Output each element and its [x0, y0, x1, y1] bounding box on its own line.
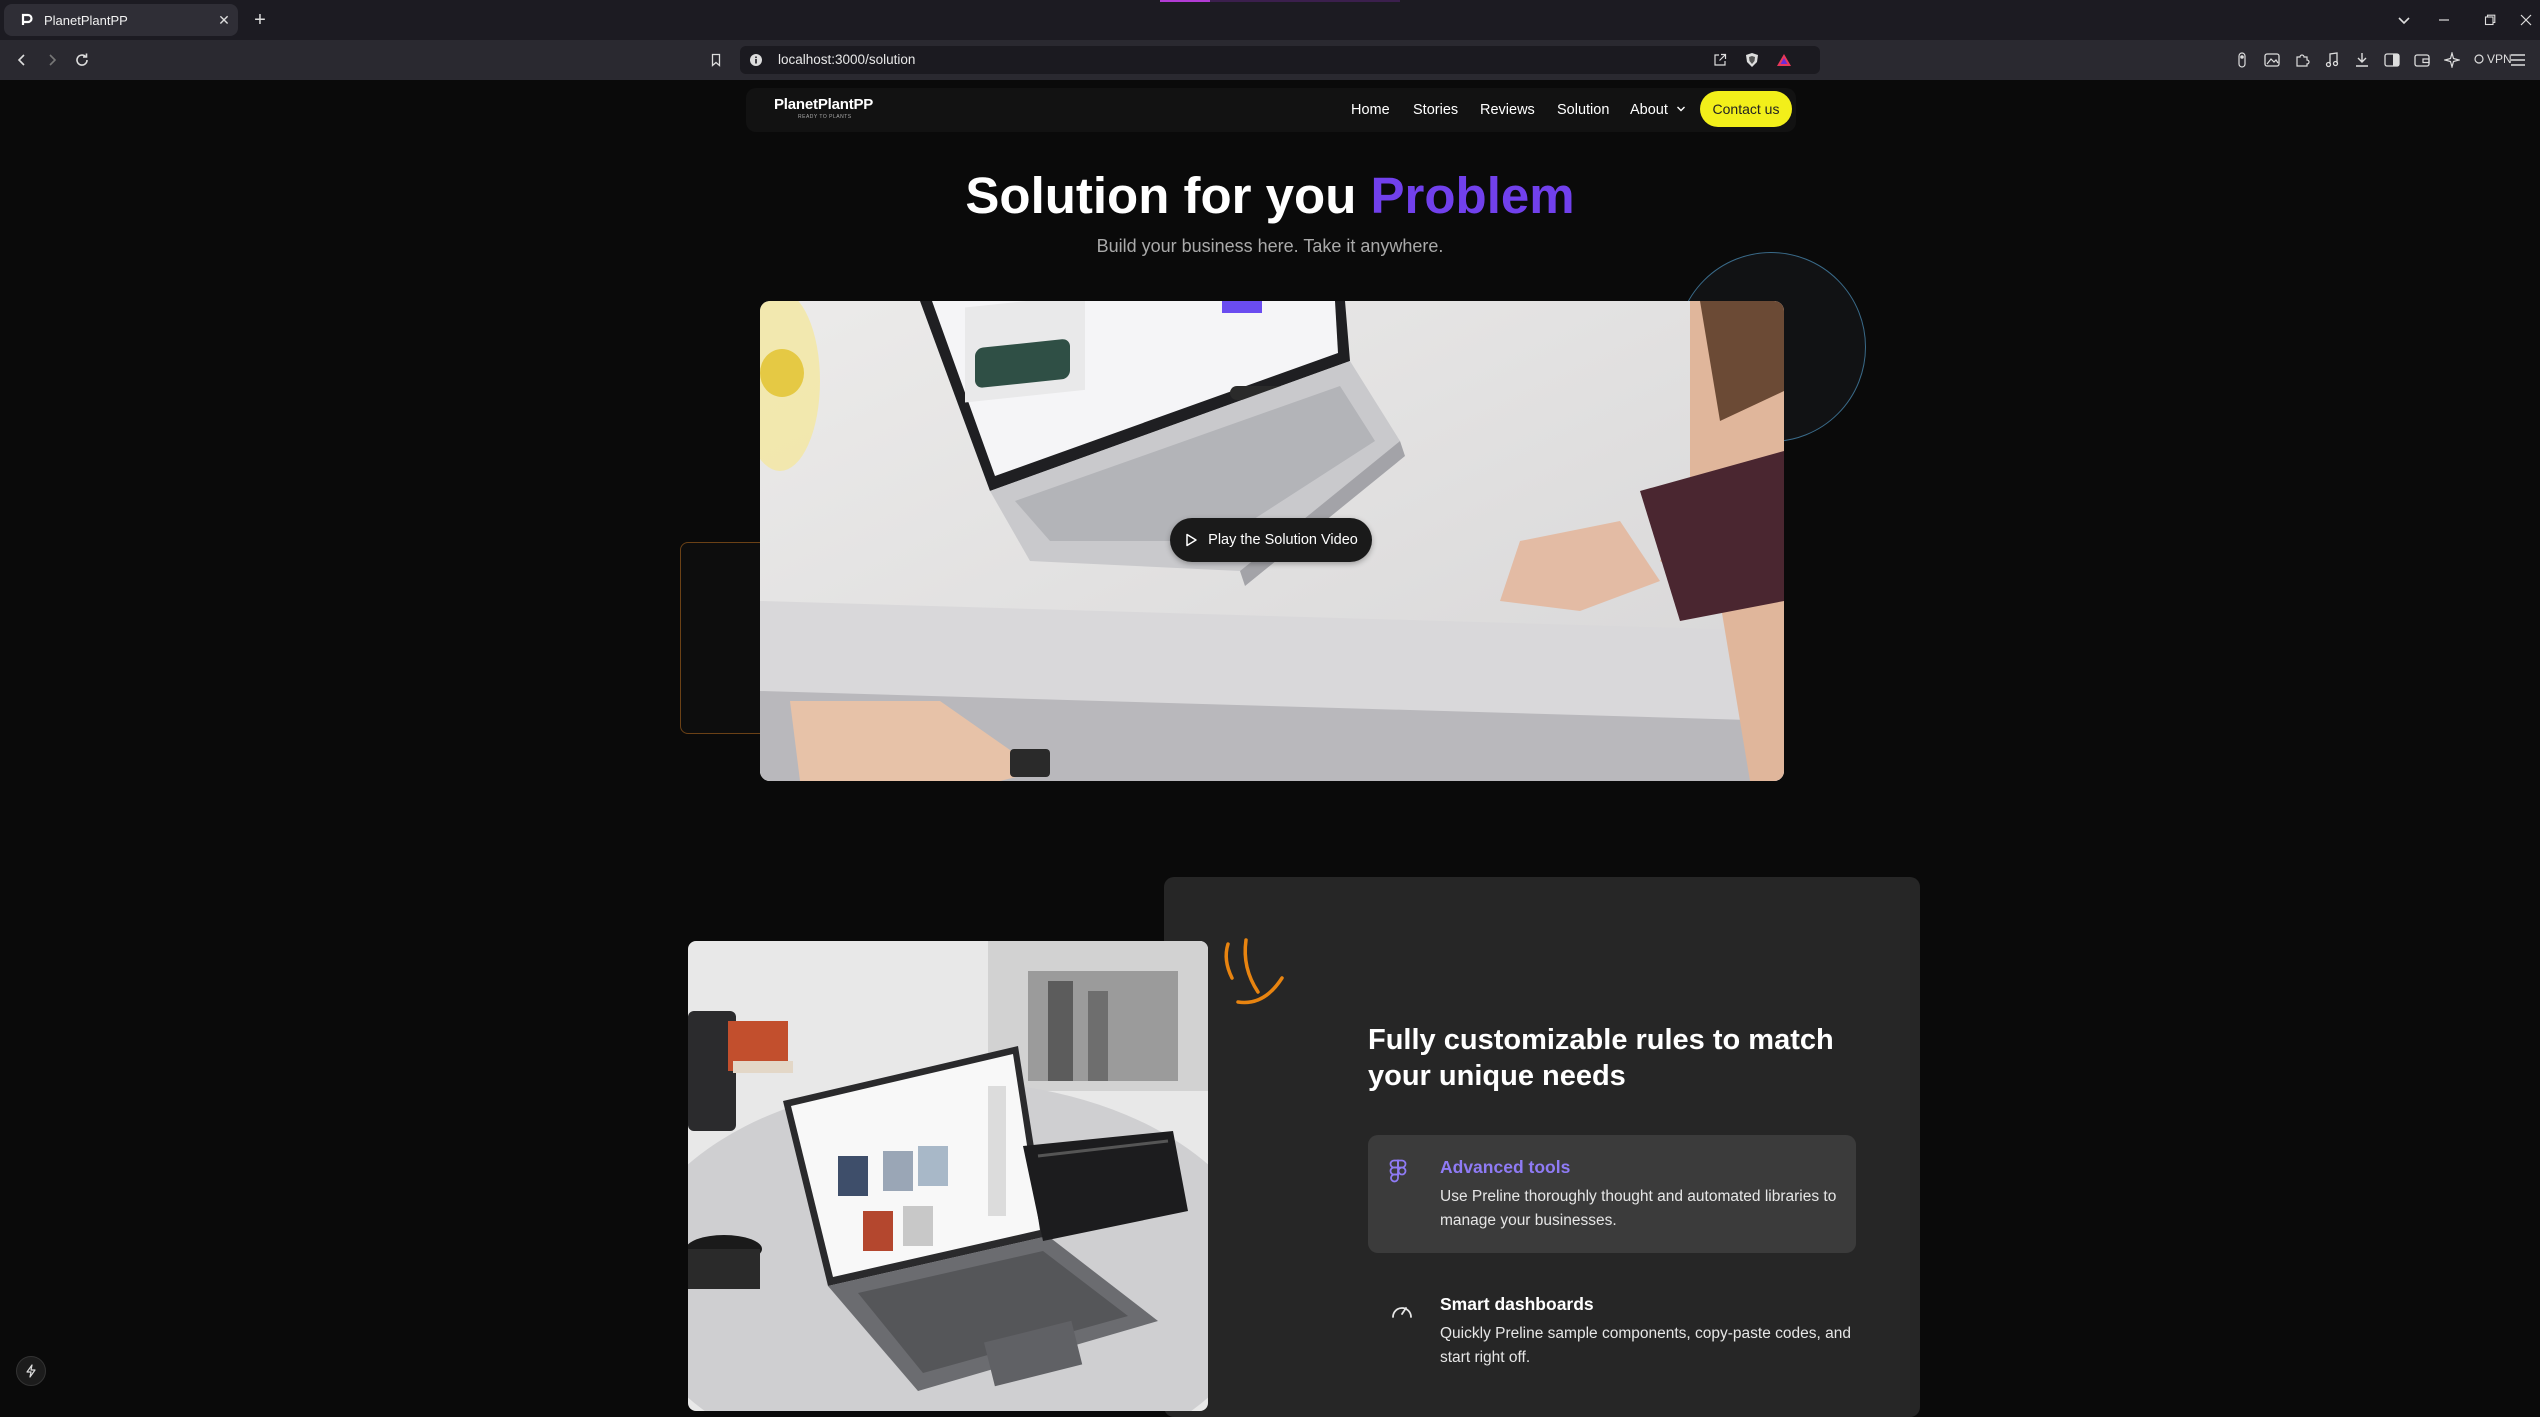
music-note-icon[interactable]: [2322, 50, 2342, 70]
tab-close-icon[interactable]: ✕: [210, 6, 238, 34]
reload-icon[interactable]: [70, 48, 94, 72]
address-bar[interactable]: localhost:3000/solution: [740, 46, 1820, 74]
feature-desc-smart-dashboards: Quickly Preline sample components, copy-…: [1440, 1325, 1851, 1366]
bookmark-icon[interactable]: [704, 48, 728, 72]
logo-tagline: READY TO PLANTS: [798, 114, 852, 120]
download-icon[interactable]: [2352, 50, 2372, 70]
minimize-window-icon[interactable]: [2421, 0, 2467, 40]
browser-tab-strip: PlanetPlantPP ✕ +: [0, 0, 2540, 40]
logo-text: PlanetPlantPP: [774, 96, 874, 113]
nav-stories[interactable]: Stories: [1413, 102, 1458, 118]
back-arrow-icon[interactable]: [10, 48, 34, 72]
sidebar-toggle-icon[interactable]: [2382, 50, 2402, 70]
page-subtitle: Build your business here. Take it anywhe…: [1096, 236, 1444, 256]
page-title: Solution for you Problem: [0, 166, 2540, 225]
feature-title-smart-dashboards: Smart dashboards: [1440, 1294, 1594, 1314]
nav-about[interactable]: About: [1630, 102, 1686, 118]
tab-title: PlanetPlantPP: [44, 12, 128, 28]
decorative-squiggle-icon: [1220, 938, 1290, 1014]
site-navbar: PlanetPlantPP READY TO PLANTS Home Stori…: [746, 88, 1796, 132]
site-logo[interactable]: PlanetPlantPP READY TO PLANTS: [774, 96, 873, 120]
brave-rewards-icon[interactable]: [1776, 52, 1792, 68]
nav-reviews[interactable]: Reviews: [1480, 102, 1535, 118]
feature-title-advanced-tools: Advanced tools: [1440, 1157, 1571, 1177]
browser-tab[interactable]: PlanetPlantPP ✕: [4, 4, 238, 36]
title-main: Solution for you: [965, 167, 1357, 224]
share-icon[interactable]: [1712, 52, 1728, 68]
extension-toggle-icon[interactable]: [2232, 50, 2252, 70]
puzzle-extension-icon[interactable]: [2292, 50, 2312, 70]
gauge-icon: [1388, 1297, 1416, 1325]
play-icon: [1186, 533, 1197, 547]
feature-desc-advanced-tools: Use Preline thoroughly thought and autom…: [1440, 1188, 1837, 1229]
nav-about-label: About: [1630, 102, 1668, 118]
figma-icon: [1384, 1157, 1412, 1185]
leo-ai-icon[interactable]: [2442, 50, 2462, 70]
url-text: localhost:3000/solution: [778, 52, 916, 67]
wallet-icon[interactable]: [2412, 50, 2432, 70]
play-video-button[interactable]: Play the Solution Video: [1170, 518, 1372, 562]
site-info-icon[interactable]: [748, 52, 764, 68]
close-window-icon[interactable]: [2503, 0, 2540, 40]
features-title: Fully customizable rules to match your u…: [1368, 1024, 1834, 1092]
features-image: [688, 941, 1208, 1411]
menu-hamburger-icon[interactable]: [2508, 50, 2528, 70]
chevron-down-icon: [1676, 106, 1685, 112]
planetplant-favicon-icon: [18, 11, 36, 29]
new-tab-button[interactable]: +: [248, 8, 272, 32]
nav-home[interactable]: Home: [1351, 102, 1390, 118]
nav-solution[interactable]: Solution: [1557, 102, 1609, 118]
laptop-table-photo: [688, 941, 1208, 1411]
feature-item-advanced-tools[interactable]: Advanced tools Use Preline thoroughly th…: [1368, 1135, 1856, 1253]
tab-strip-accent: [1160, 0, 1400, 2]
contact-us-button[interactable]: Contact us: [1700, 91, 1792, 127]
dev-tools-bolt-icon[interactable]: [16, 1356, 46, 1386]
title-accent: Problem: [1370, 167, 1575, 224]
vpn-button[interactable]: VPN: [2474, 52, 2512, 66]
brave-shield-icon[interactable]: [1744, 52, 1760, 68]
image-extension-icon[interactable]: [2262, 50, 2282, 70]
forward-arrow-icon[interactable]: [40, 48, 64, 72]
play-video-label: Play the Solution Video: [1208, 532, 1358, 548]
